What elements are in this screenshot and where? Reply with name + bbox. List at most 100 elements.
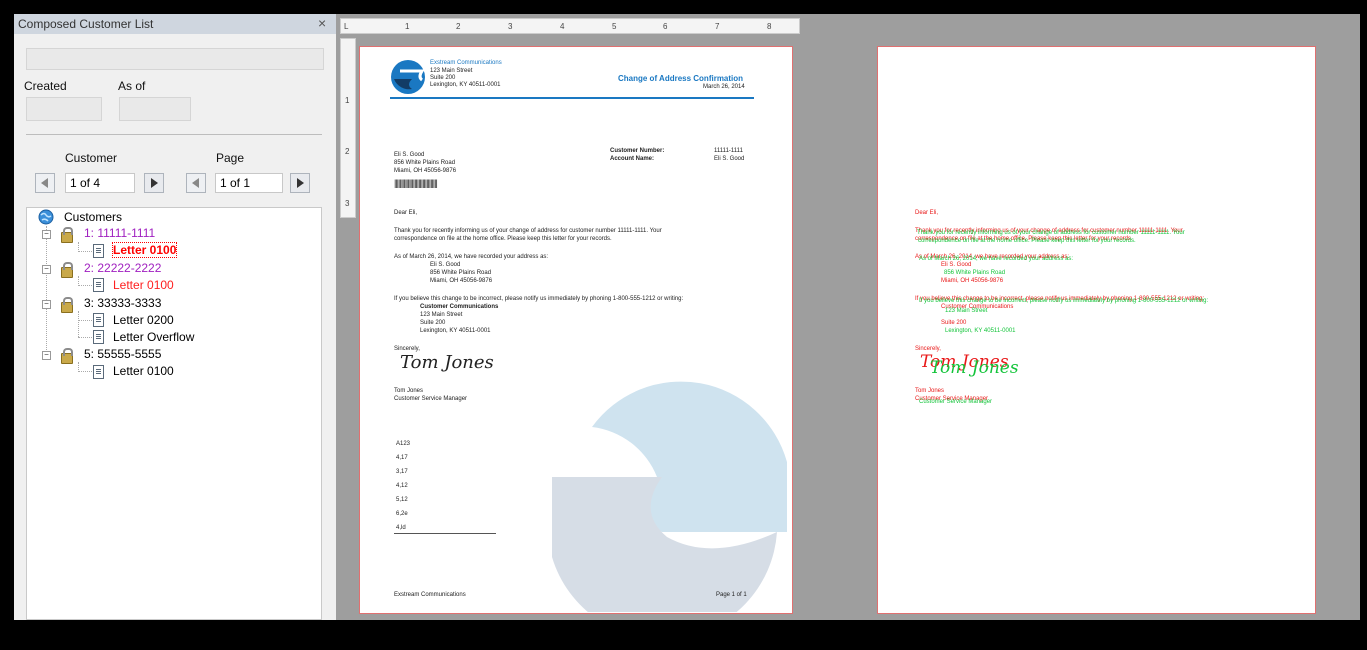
ruler-number: 1 bbox=[345, 96, 350, 105]
document-preview-area: L 1 2 3 4 5 6 7 8 1 2 3 Exstream Communi… bbox=[336, 14, 1360, 620]
collapse-icon[interactable]: − bbox=[42, 300, 51, 309]
customer-label: Customer bbox=[65, 151, 118, 165]
customer-tree[interactable]: Customers − 1: 11111-1111 Letter 0100 − … bbox=[26, 207, 322, 620]
search-field[interactable] bbox=[26, 48, 324, 70]
tree-root-customers[interactable]: Customers bbox=[38, 209, 238, 225]
document-title: Change of Address Confirmation bbox=[618, 74, 744, 83]
panel-titlebar: Composed Customer List × bbox=[14, 14, 336, 34]
tree-node-letter[interactable]: Letter Overflow bbox=[113, 330, 194, 344]
as-of-label: As of bbox=[118, 79, 146, 93]
tree-connector bbox=[78, 311, 79, 337]
tree-node-letter[interactable]: Letter 0100 bbox=[113, 364, 174, 378]
customer-number-label: Customer Number: bbox=[610, 148, 665, 154]
tree-node-letter[interactable]: Letter 0200 bbox=[113, 313, 174, 327]
ruler-corner[interactable]: L bbox=[344, 22, 348, 31]
new-address: 856 White Plains Road bbox=[430, 270, 492, 276]
tree-connector bbox=[78, 371, 92, 372]
collapse-icon[interactable]: − bbox=[42, 265, 51, 274]
salutation: Dear Eli, bbox=[915, 210, 939, 216]
tree-node-customer[interactable]: 3: 33333-3333 bbox=[84, 296, 161, 310]
ruler-number: 1 bbox=[405, 22, 410, 31]
horizontal-ruler[interactable]: L 1 2 3 4 5 6 7 8 bbox=[340, 18, 800, 34]
page-prev-button[interactable] bbox=[186, 173, 206, 193]
footer-page-number: Page 1 of 1 bbox=[716, 592, 747, 598]
tree-node-letter-selected[interactable]: Letter 0100 bbox=[111, 242, 178, 258]
customer-index-field[interactable]: 1 of 4 bbox=[65, 173, 135, 193]
new-address: Eli S. Good bbox=[430, 262, 461, 268]
code-line: 3,17 bbox=[396, 469, 408, 475]
signer-title-overlay: Customer Service Manager bbox=[919, 399, 993, 405]
ruler-number: 6 bbox=[663, 22, 668, 31]
signer-name: Tom Jones bbox=[394, 388, 424, 394]
ruler-number: 4 bbox=[560, 22, 565, 31]
contact-address: Suite 200 bbox=[941, 320, 967, 326]
lock-icon bbox=[61, 297, 73, 313]
signature: Tom Jones bbox=[400, 352, 494, 373]
recipient-address: 856 White Plains Road bbox=[394, 160, 456, 166]
contact-address: Customer Communications bbox=[420, 304, 499, 310]
new-address-overlay: 856 White Plains Road bbox=[944, 270, 1006, 276]
footer-company: Exstream Communications bbox=[394, 592, 466, 598]
code-line: A123 bbox=[396, 441, 411, 447]
code-underline bbox=[394, 533, 496, 534]
ruler-number: 3 bbox=[508, 22, 513, 31]
body-paragraph: correspondence on file at the home offic… bbox=[394, 236, 612, 242]
page-label: Page bbox=[216, 151, 245, 165]
document-icon bbox=[93, 278, 104, 292]
signature-overlay: Tom Jones bbox=[930, 358, 1019, 378]
recipient-address: Miami, OH 45056-9876 bbox=[394, 168, 457, 174]
document-icon bbox=[93, 244, 104, 258]
recipient-name: Eli S. Good bbox=[394, 152, 425, 158]
body-paragraph-overlay: correspondence on file at the home offic… bbox=[918, 238, 1136, 244]
customer-number-value: 11111-1111 bbox=[714, 148, 743, 154]
tree-connector bbox=[78, 320, 92, 321]
ruler-number: 7 bbox=[715, 22, 720, 31]
customer-next-button[interactable] bbox=[144, 173, 164, 193]
lock-icon bbox=[61, 227, 73, 243]
ruler-number: 3 bbox=[345, 199, 350, 208]
code-line: 4,12 bbox=[396, 483, 408, 489]
letter-page-2[interactable]: Dear Eli, Thank you for recently informi… bbox=[877, 46, 1316, 614]
tree-node-customer[interactable]: 1: 11111-1111 bbox=[84, 226, 155, 240]
tree-node-customer[interactable]: 5: 55555-5555 bbox=[84, 347, 161, 361]
tree-node-customer[interactable]: 2: 22222-2222 bbox=[84, 261, 161, 275]
tree-connector bbox=[46, 226, 47, 356]
customer-prev-button[interactable] bbox=[35, 173, 55, 193]
created-label: Created bbox=[24, 79, 67, 93]
globe-icon bbox=[38, 209, 54, 225]
company-name: Exstream Communications bbox=[430, 60, 502, 66]
code-line: 4,17 bbox=[396, 455, 408, 461]
letter-page-1[interactable]: Exstream Communications 123 Main Street … bbox=[359, 46, 793, 614]
collapse-icon[interactable]: − bbox=[42, 230, 51, 239]
collapse-icon[interactable]: − bbox=[42, 351, 51, 360]
tree-connector bbox=[78, 337, 92, 338]
letter-date: March 26, 2014 bbox=[703, 84, 745, 90]
page-next-button[interactable] bbox=[290, 173, 310, 193]
document-icon bbox=[93, 313, 104, 327]
salutation: Dear Eli, bbox=[394, 210, 418, 216]
company-address: 123 Main Street bbox=[430, 68, 473, 74]
body-paragraph: Thank you for recently informing us of y… bbox=[394, 228, 662, 234]
ruler-number: 5 bbox=[612, 22, 617, 31]
ruler-number: 2 bbox=[345, 147, 350, 156]
created-field[interactable] bbox=[26, 97, 102, 121]
as-of-field[interactable] bbox=[119, 97, 191, 121]
contact-address: Lexington, KY 40511-0001 bbox=[420, 328, 491, 334]
contact-address-overlay: Lexington, KY 40511-0001 bbox=[945, 328, 1016, 334]
lock-icon bbox=[61, 262, 73, 278]
chevron-right-icon bbox=[297, 178, 304, 188]
close-icon[interactable]: × bbox=[318, 15, 326, 31]
chevron-left-icon bbox=[41, 178, 48, 188]
contact-line: If you believe this change to be incorre… bbox=[394, 296, 684, 302]
vertical-ruler[interactable]: 1 2 3 bbox=[340, 38, 356, 218]
company-address: Suite 200 bbox=[430, 75, 456, 81]
tree-node-letter[interactable]: Letter 0100 bbox=[113, 278, 174, 292]
chevron-left-icon bbox=[192, 178, 199, 188]
page-index-field[interactable]: 1 of 1 bbox=[215, 173, 283, 193]
account-name-value: Eli S. Good bbox=[714, 156, 745, 162]
chevron-right-icon bbox=[151, 178, 158, 188]
lock-icon bbox=[61, 348, 73, 364]
company-address: Lexington, KY 40511-0001 bbox=[430, 82, 501, 88]
tree-connector bbox=[78, 285, 92, 286]
contact-address: 123 Main Street bbox=[420, 312, 463, 318]
